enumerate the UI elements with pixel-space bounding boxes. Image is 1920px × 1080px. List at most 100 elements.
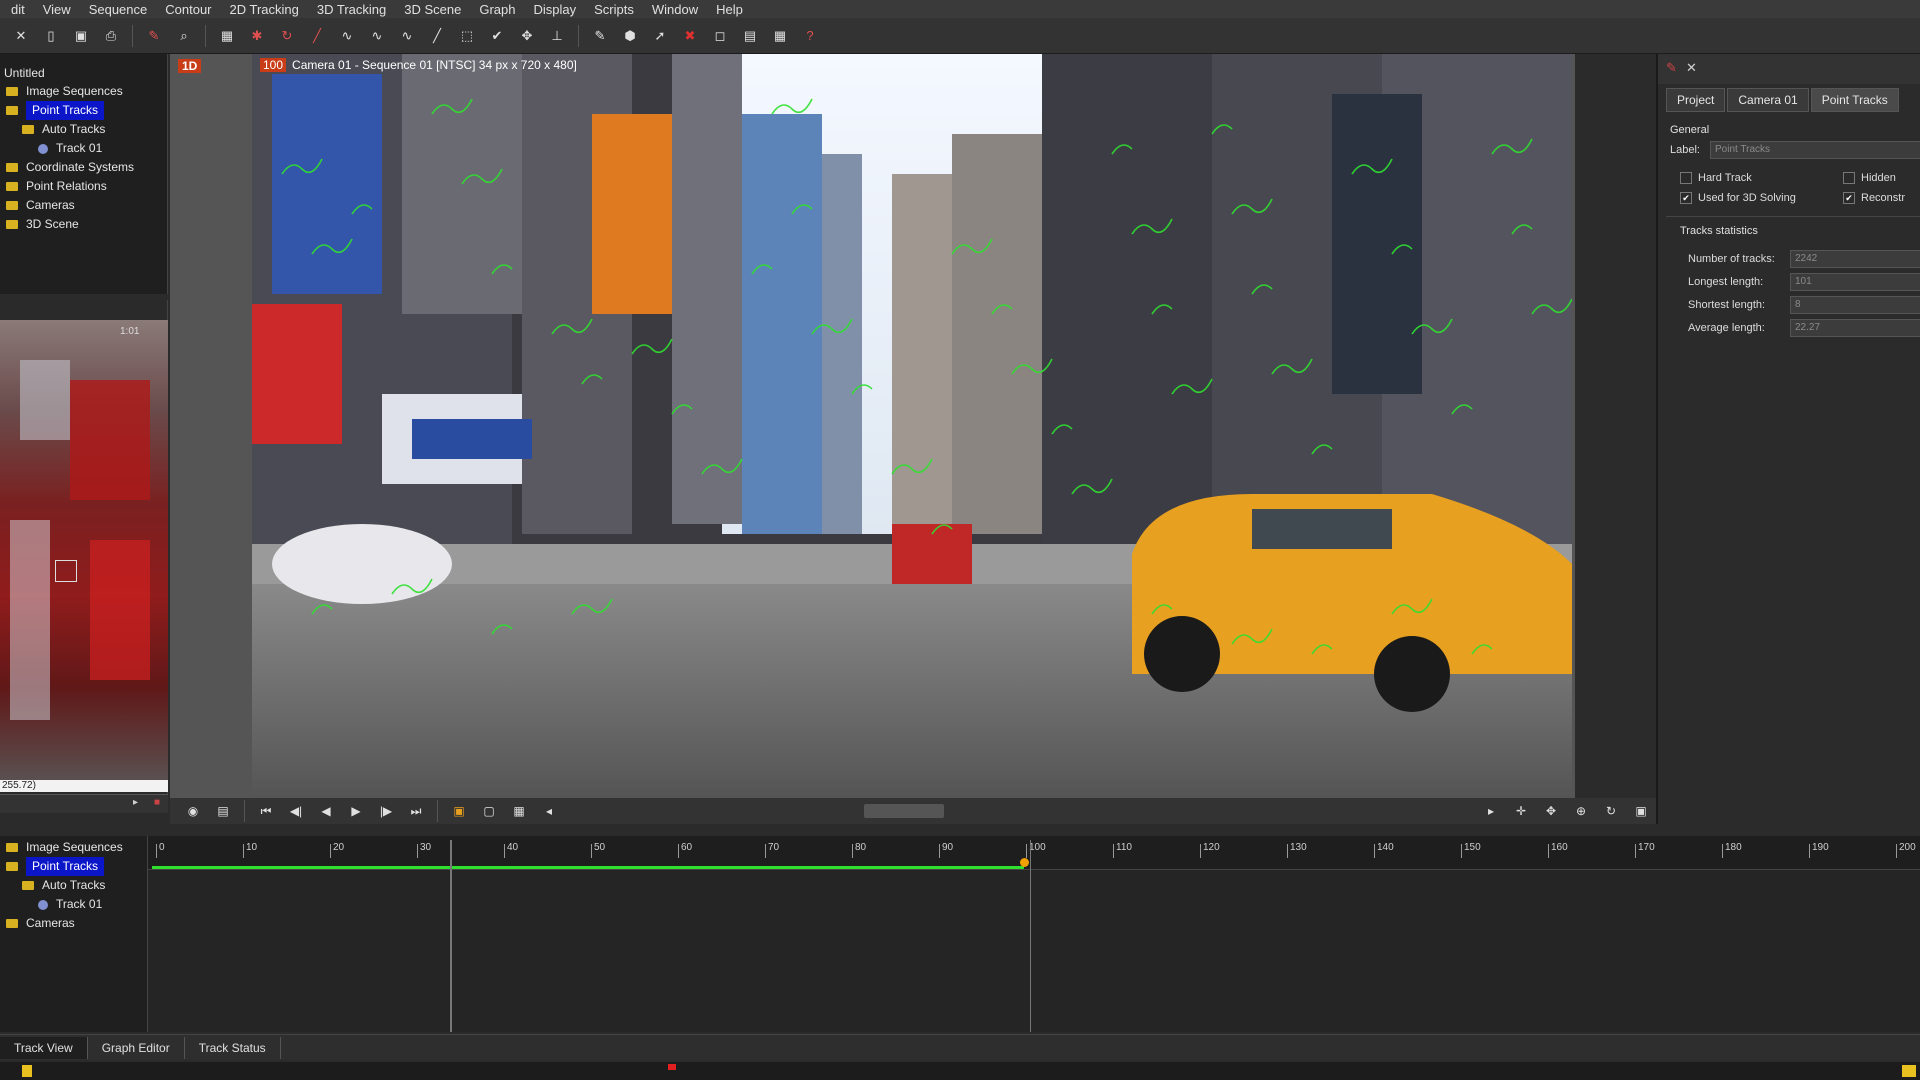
menu-item[interactable]: 2D Tracking	[221, 2, 308, 17]
tree-item[interactable]: Image Sequences	[0, 838, 147, 857]
window-icon[interactable]: ◻	[710, 26, 730, 46]
ruler-label: 120	[1203, 842, 1220, 853]
tab-point-tracks[interactable]: Point Tracks	[1810, 88, 1899, 112]
menu-item[interactable]: 3D Tracking	[308, 2, 395, 17]
scroll-left-icon[interactable]: ◂	[538, 801, 560, 821]
tree-item[interactable]: Point Tracks	[0, 857, 147, 876]
playhead-start-icon[interactable]	[22, 1065, 32, 1077]
next-frame-icon[interactable]: |▶	[375, 801, 397, 821]
reset-icon[interactable]: ↻	[1600, 801, 1622, 821]
last-frame-icon[interactable]: ⏭	[405, 801, 427, 821]
tree-item[interactable]: Auto Tracks	[0, 120, 167, 139]
menu-item[interactable]: Display	[524, 2, 585, 17]
hidden-checkbox[interactable]	[1843, 172, 1855, 184]
tree-item[interactable]: Image Sequences	[0, 82, 167, 101]
tab-track-view[interactable]: Track View	[0, 1036, 88, 1059]
arrow-icon[interactable]: ➚	[650, 26, 670, 46]
refresh-icon[interactable]: ↻	[277, 26, 297, 46]
film-icon[interactable]: ▦	[217, 26, 237, 46]
pin-icon[interactable]: ✎	[590, 26, 610, 46]
print-icon[interactable]: ⎙	[101, 26, 121, 46]
grid-view-icon[interactable]: ▦	[508, 801, 530, 821]
playhead-end-icon[interactable]	[1902, 1065, 1916, 1077]
crosshair-icon[interactable]: ✛	[1510, 801, 1532, 821]
track-tool-icon[interactable]: ✱	[247, 26, 267, 46]
move-tool-icon[interactable]: ✥	[517, 26, 537, 46]
tree-item[interactable]: Point Relations	[0, 177, 167, 196]
folder-icon	[22, 881, 34, 890]
tree-item[interactable]: Track 01	[0, 139, 167, 158]
tree-item[interactable]: 3D Scene	[0, 215, 167, 234]
menu-item[interactable]: View	[34, 2, 80, 17]
scroll-right-icon[interactable]: ▸	[1480, 801, 1502, 821]
new-file-icon[interactable]: ▯	[41, 26, 61, 46]
cube-icon[interactable]: ⬢	[620, 26, 640, 46]
menu-item[interactable]: Sequence	[80, 2, 157, 17]
select-tool-icon[interactable]: ⬚	[457, 26, 477, 46]
folder-icon	[6, 220, 18, 229]
tree-item[interactable]: Cameras	[0, 196, 167, 215]
play-icon[interactable]: ▶	[345, 801, 367, 821]
reconstruct-checkbox[interactable]: ✔	[1843, 192, 1855, 204]
camera-viewport[interactable]	[252, 54, 1572, 796]
axis-icon[interactable]: ⊥	[547, 26, 567, 46]
color-icon[interactable]: ◉	[182, 801, 204, 821]
close-icon[interactable]: ✕	[1686, 60, 1697, 76]
range-start-marker[interactable]	[450, 840, 452, 1032]
prev-key-icon[interactable]: ◀|	[285, 801, 307, 821]
prev-frame-icon[interactable]: ◀	[315, 801, 337, 821]
tab-project[interactable]: Project	[1666, 88, 1726, 112]
curve-tool-3-icon[interactable]: ∿	[397, 26, 417, 46]
fit-icon[interactable]: ▣	[1630, 801, 1652, 821]
playhead-marker[interactable]	[668, 1064, 676, 1070]
ruler-label: 0	[159, 842, 165, 853]
bottom-tabs: Track View Graph Editor Track Status	[0, 1034, 1920, 1060]
record-icon[interactable]: ■	[154, 797, 160, 808]
close-icon[interactable]: ✕	[11, 26, 31, 46]
loop-icon[interactable]: ▣	[448, 801, 470, 821]
menu-item[interactable]: Window	[643, 2, 707, 17]
tree-item[interactable]: Coordinate Systems	[0, 158, 167, 177]
menu-item[interactable]: Scripts	[585, 2, 643, 17]
curve-tool-2-icon[interactable]: ∿	[367, 26, 387, 46]
brush-icon[interactable]: ✎	[144, 26, 164, 46]
menu-item[interactable]: dit	[2, 2, 34, 17]
check-tool-icon[interactable]: ✔	[487, 26, 507, 46]
line-tool-2-icon[interactable]: ╱	[427, 26, 447, 46]
label-field[interactable]: Point Tracks	[1710, 141, 1920, 159]
hard-track-checkbox[interactable]	[1680, 172, 1692, 184]
menu-item[interactable]: Help	[707, 2, 752, 17]
menu-item[interactable]: 3D Scene	[395, 2, 470, 17]
line-tool-icon[interactable]: ╱	[307, 26, 327, 46]
pan-icon[interactable]: ✥	[1540, 801, 1562, 821]
current-frame-handle[interactable]	[1020, 858, 1029, 867]
help-icon[interactable]: ?	[800, 26, 820, 46]
layout-icon[interactable]: ▤	[740, 26, 760, 46]
ruler-label: 200	[1899, 842, 1916, 853]
tab-graph-editor[interactable]: Graph Editor	[88, 1036, 185, 1059]
grid-icon[interactable]: ▦	[770, 26, 790, 46]
menu-item[interactable]: Contour	[156, 2, 220, 17]
first-frame-icon[interactable]: ⏮	[255, 801, 277, 821]
used-for-solving-checkbox[interactable]: ✔	[1680, 192, 1692, 204]
ruler-label: 150	[1464, 842, 1481, 853]
tree-item[interactable]: Cameras	[0, 914, 147, 933]
tree-item[interactable]: Track 01	[0, 895, 147, 914]
transport-scrollbar[interactable]	[864, 804, 944, 818]
orbit-icon[interactable]: ⊕	[1570, 801, 1592, 821]
play-icon[interactable]: ▸	[133, 797, 138, 808]
save-icon[interactable]: ▣	[71, 26, 91, 46]
tree-item[interactable]: Point Tracks	[0, 101, 167, 120]
menu-item[interactable]: Graph	[470, 2, 524, 17]
x-icon[interactable]: ✖	[680, 26, 700, 46]
layers-icon[interactable]: ▤	[212, 801, 234, 821]
tree-item[interactable]: Auto Tracks	[0, 876, 147, 895]
range-icon[interactable]: ▢	[478, 801, 500, 821]
tab-camera-01[interactable]: Camera 01	[1727, 88, 1809, 112]
tab-track-status[interactable]: Track Status	[185, 1036, 281, 1059]
timeline-ruler[interactable]: 0 10 20 30 40 50 60 70 80 90 100 110 120 130 140 150 160…	[148, 836, 1920, 870]
current-frame-marker[interactable]	[1030, 840, 1031, 1032]
search-icon[interactable]: ⌕	[174, 26, 194, 46]
curve-tool-icon[interactable]: ∿	[337, 26, 357, 46]
pin-icon[interactable]: ✎	[1666, 60, 1677, 76]
